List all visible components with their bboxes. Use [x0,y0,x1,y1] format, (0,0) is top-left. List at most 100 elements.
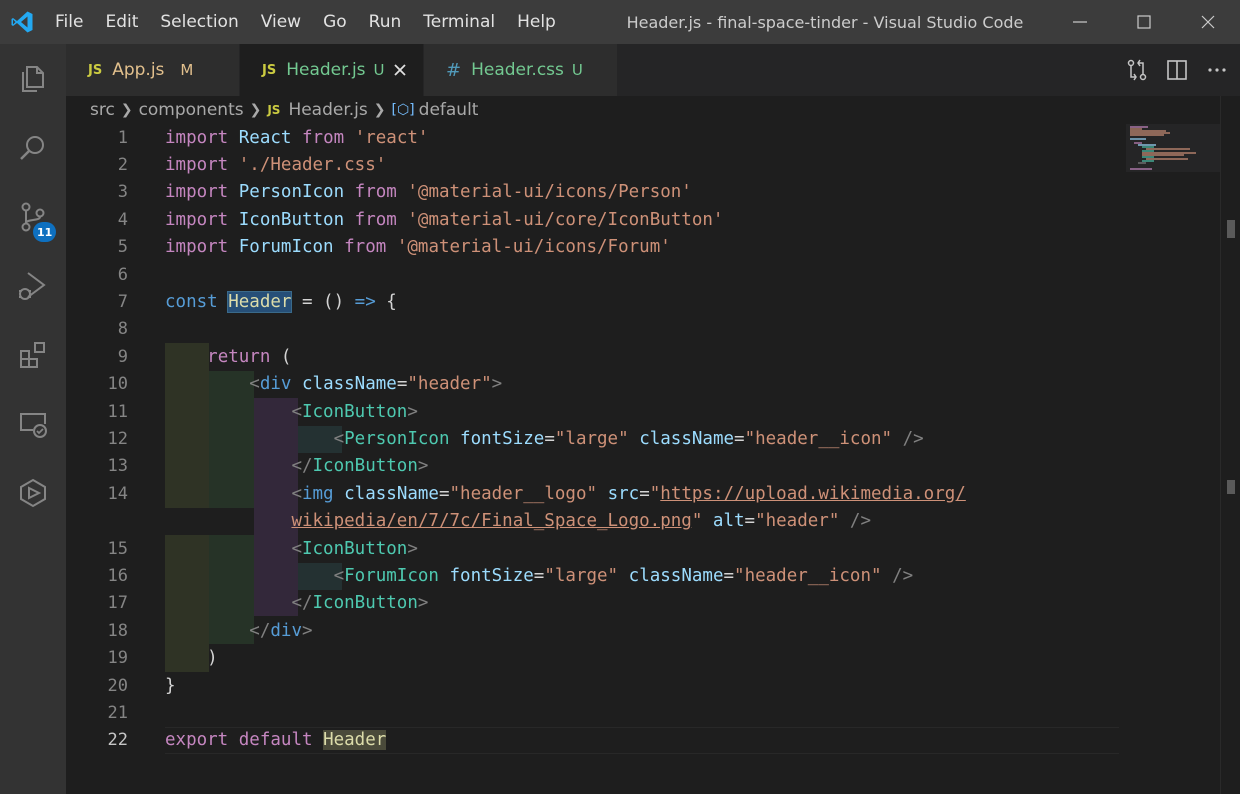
javascript-file-icon: JS [262,62,277,78]
line-number: 14 [107,483,128,504]
code-line: 21 [66,699,1220,726]
code-line: 19 ) [66,645,1220,672]
close-window-button[interactable] [1176,0,1240,44]
more-actions-button[interactable] [1204,57,1230,83]
line-number: 8 [117,319,128,340]
line-number: 10 [107,374,128,395]
open-changes-button[interactable] [1124,57,1150,83]
code-line: 16 <ForumIcon fontSize="large" className… [66,562,1220,589]
ellipsis-icon [1208,68,1226,72]
menu-help[interactable]: Help [506,0,567,44]
tab-status: M [180,61,194,79]
activity-source-control[interactable]: 11 [0,182,66,251]
code-line: 17 </IconButton> [66,590,1220,617]
vscode-logo-icon [0,0,44,44]
css-file-icon: # [446,59,462,81]
extensions-icon [20,341,45,368]
code-line: 11 <IconButton> [66,398,1220,425]
menu-edit[interactable]: Edit [94,0,149,44]
minimap[interactable] [1126,124,1220,172]
split-editor-button[interactable] [1164,57,1190,83]
line-number: 19 [107,648,128,669]
editor-actions [1124,44,1230,96]
code-line: 6 [66,261,1220,288]
line-number: 1 [117,127,128,148]
code-line: 14 <img className="header__logo" src="ht… [66,480,1220,507]
title-bar: File Edit Selection View Go Run Terminal… [0,0,1240,44]
menu-view[interactable]: View [250,0,312,44]
code-line: 3 import PersonIcon from '@material-ui/i… [66,179,1220,206]
tab-header-css[interactable]: # Header.css U [424,44,618,96]
window-controls [1048,0,1240,44]
code-line: wikipedia/en/7/7c/Final_Space_Logo.png" … [291,511,871,532]
remote-explorer-icon [20,412,47,438]
window-title: Header.js - final-space-tinder - Visual … [626,12,1024,32]
line-number: 11 [107,401,128,422]
live-share-icon [20,478,46,507]
line-number: 7 [117,292,128,313]
run-debug-icon [19,271,46,300]
line-number: 16 [107,566,128,587]
code-line: 15 <IconButton> [66,535,1220,562]
code-line: 22 export default Header [66,727,1220,754]
line-number: 18 [107,620,128,641]
chevron-right-icon: ❯ [249,102,262,118]
tab-app-js[interactable]: JS App.js M [66,44,240,96]
line-number: 15 [107,538,128,559]
javascript-file-icon: JS [88,62,103,78]
menu-go[interactable]: Go [312,0,358,44]
minimize-icon [1073,21,1087,23]
split-editor-icon [1167,60,1187,80]
close-icon [394,64,406,76]
maximize-button[interactable] [1112,0,1176,44]
tab-status: U [373,61,385,79]
code-line: 2 import './Header.css' [66,151,1220,178]
tab-label: Header.js [286,60,366,80]
vertical-scrollbar[interactable] [1220,96,1240,794]
code-line: 7 const Header = () => { [66,288,1220,315]
breadcrumb-components[interactable]: components [139,100,244,120]
chevron-right-icon: ❯ [120,102,133,118]
code-line: 8 [66,316,1220,343]
search-icon [20,135,44,160]
breadcrumb-symbol[interactable]: default [419,100,479,120]
breadcrumb: src ❯ components ❯ JS Header.js ❯ [⬡] de… [66,96,1220,124]
scrollbar-thumb[interactable] [1227,220,1235,238]
code-editor[interactable]: 1 import React from 'react' 2 import './… [66,124,1220,794]
activity-explorer[interactable] [0,44,66,113]
minimize-button[interactable] [1048,0,1112,44]
line-number: 22 [107,730,128,751]
activity-extensions[interactable] [0,320,66,389]
symbol-variable-icon: [⬡] [391,102,415,118]
code-line: 4 import IconButton from '@material-ui/c… [66,206,1220,233]
line-number: 3 [117,182,128,203]
compare-changes-icon [1127,59,1147,81]
tab-label: Header.css [471,60,564,80]
activity-run-debug[interactable] [0,251,66,320]
tab-header-js[interactable]: JS Header.js U [240,44,424,96]
breadcrumb-file[interactable]: Header.js [288,100,367,120]
activity-live-share[interactable] [0,458,66,527]
breadcrumb-src[interactable]: src [90,100,115,120]
line-number: 21 [107,703,128,724]
line-number: 12 [107,429,128,450]
scrollbar-thumb[interactable] [1227,480,1235,494]
menu-run[interactable]: Run [358,0,413,44]
code-line: 1 import React from 'react' [66,124,1220,151]
line-number: 17 [107,593,128,614]
menu-selection[interactable]: Selection [149,0,249,44]
code-line: 13 </IconButton> [66,453,1220,480]
line-number: 20 [107,675,128,696]
code-line: 5 import ForumIcon from '@material-ui/ic… [66,234,1220,261]
tab-close-button[interactable] [391,57,409,83]
javascript-file-icon: JS [267,103,281,117]
activity-remote-explorer[interactable] [0,389,66,458]
tab-status: U [571,61,583,79]
line-number: 6 [117,264,128,285]
activity-search[interactable] [0,113,66,182]
menu-terminal[interactable]: Terminal [412,0,506,44]
menu-bar: File Edit Selection View Go Run Terminal… [44,0,567,44]
line-number: 4 [117,209,128,230]
line-number: 13 [107,456,128,477]
menu-file[interactable]: File [44,0,94,44]
